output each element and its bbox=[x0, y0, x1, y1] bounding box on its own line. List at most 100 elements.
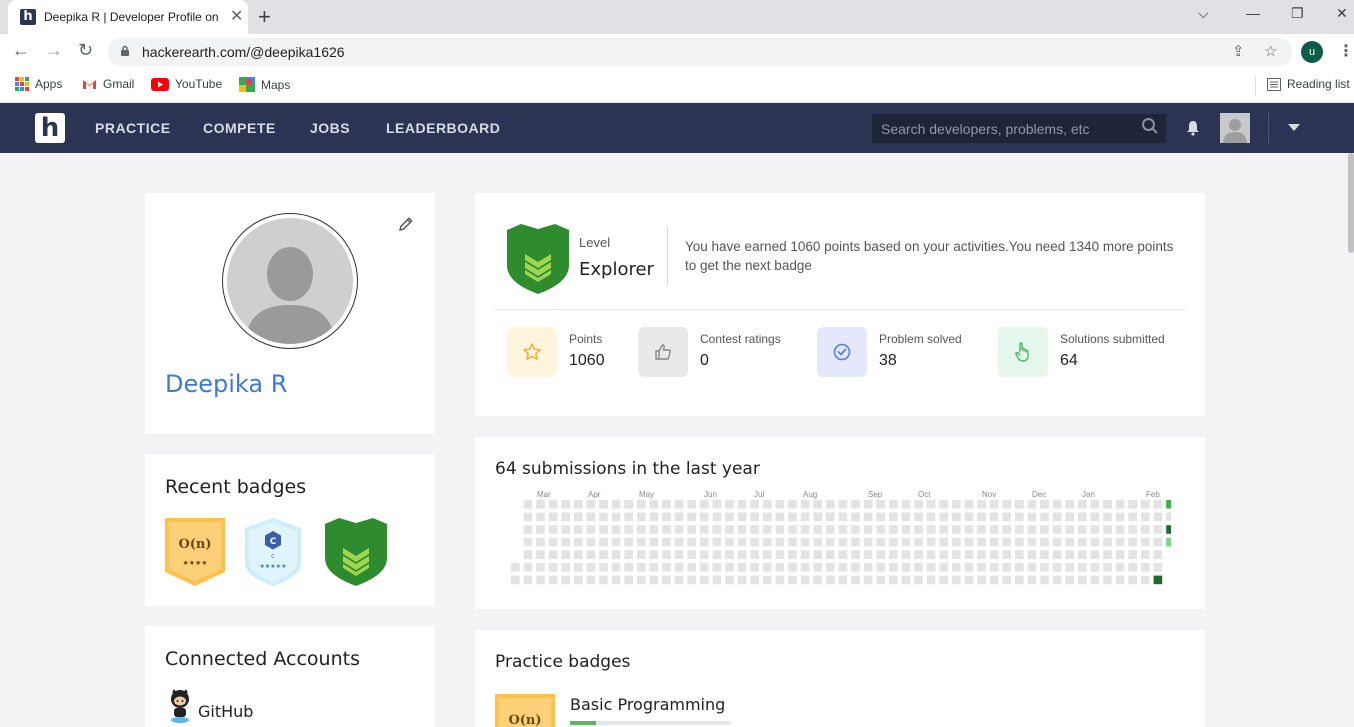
heatmap-day-cell[interactable] bbox=[1153, 500, 1163, 509]
heatmap-day-cell[interactable] bbox=[599, 500, 608, 509]
heatmap-day-cell[interactable] bbox=[1128, 500, 1137, 509]
heatmap-day-cell[interactable] bbox=[826, 550, 835, 559]
heatmap-day-cell[interactable] bbox=[548, 512, 558, 522]
heatmap-day-cell[interactable] bbox=[1052, 575, 1062, 585]
heatmap-day-cell[interactable] bbox=[1128, 575, 1137, 585]
heatmap-day-cell[interactable] bbox=[1065, 525, 1074, 534]
profile-avatar[interactable]: u bbox=[1301, 41, 1323, 63]
heatmap-day-cell[interactable] bbox=[1141, 550, 1150, 559]
heatmap-day-cell[interactable] bbox=[800, 563, 810, 572]
heatmap-day-cell[interactable] bbox=[914, 550, 923, 559]
heatmap-day-cell[interactable] bbox=[674, 537, 684, 547]
heatmap-day-cell[interactable] bbox=[637, 525, 646, 534]
heatmap-day-cell[interactable] bbox=[1002, 512, 1011, 522]
nav-compete[interactable]: COMPETE bbox=[203, 120, 276, 136]
search-icon[interactable] bbox=[1141, 117, 1159, 135]
heatmap-day-cell[interactable] bbox=[939, 537, 948, 547]
more-menu-icon[interactable]: ⋮ bbox=[1338, 41, 1354, 61]
heatmap-day-cell[interactable] bbox=[649, 500, 659, 509]
heatmap-day-cell[interactable] bbox=[1065, 537, 1074, 547]
heatmap-day-cell[interactable] bbox=[964, 550, 974, 559]
heatmap-day-cell[interactable] bbox=[725, 575, 734, 585]
heatmap-day-cell[interactable] bbox=[1115, 563, 1125, 572]
heatmap-day-cell[interactable] bbox=[737, 550, 747, 559]
heatmap-day-cell[interactable] bbox=[788, 550, 797, 559]
complexity-badge-icon[interactable]: O(n) ★★★★ bbox=[165, 518, 225, 586]
heatmap-day-cell[interactable] bbox=[737, 500, 747, 509]
minimize-window-icon[interactable]: — bbox=[1246, 5, 1260, 21]
heatmap-day-cell[interactable] bbox=[674, 563, 684, 572]
nav-practice[interactable]: PRACTICE bbox=[95, 120, 171, 136]
heatmap-day-cell[interactable] bbox=[952, 512, 961, 522]
heatmap-day-cell[interactable] bbox=[586, 563, 596, 572]
heatmap-day-cell[interactable] bbox=[977, 525, 986, 534]
heatmap-day-cell[interactable] bbox=[523, 537, 533, 547]
heatmap-day-cell[interactable] bbox=[838, 563, 848, 572]
heatmap-day-cell[interactable] bbox=[977, 500, 986, 509]
heatmap-day-cell[interactable] bbox=[737, 575, 747, 585]
heatmap-day-cell[interactable] bbox=[1090, 537, 1100, 547]
heatmap-day-cell[interactable] bbox=[624, 575, 633, 585]
heatmap-day-cell[interactable] bbox=[1166, 525, 1171, 534]
heatmap-day-cell[interactable] bbox=[1153, 575, 1163, 585]
address-bar[interactable]: hackerearth.com/@deepika1626 ⇪ ☆ bbox=[108, 38, 1292, 66]
heatmap-day-cell[interactable] bbox=[1002, 525, 1011, 534]
c-language-badge-icon[interactable]: C C ★★★★★ bbox=[245, 518, 301, 586]
heatmap-day-cell[interactable] bbox=[750, 550, 759, 559]
heatmap-day-cell[interactable] bbox=[914, 575, 923, 585]
heatmap-day-cell[interactable] bbox=[1103, 525, 1112, 534]
heatmap-day-cell[interactable] bbox=[548, 537, 558, 547]
heatmap-day-cell[interactable] bbox=[763, 500, 772, 509]
heatmap-day-cell[interactable] bbox=[788, 525, 797, 534]
heatmap-day-cell[interactable] bbox=[851, 512, 860, 522]
heatmap-day-cell[interactable] bbox=[952, 563, 961, 572]
heatmap-day-cell[interactable] bbox=[1153, 563, 1163, 572]
heatmap-day-cell[interactable] bbox=[1115, 550, 1125, 559]
heatmap-day-cell[interactable] bbox=[876, 550, 885, 559]
heatmap-day-cell[interactable] bbox=[889, 550, 898, 559]
heatmap-day-cell[interactable] bbox=[1103, 512, 1112, 522]
heatmap-day-cell[interactable] bbox=[687, 550, 696, 559]
heatmap-day-cell[interactable] bbox=[750, 537, 759, 547]
heatmap-day-cell[interactable] bbox=[725, 525, 734, 534]
heatmap-day-cell[interactable] bbox=[1103, 550, 1112, 559]
heatmap-day-cell[interactable] bbox=[712, 537, 722, 547]
heatmap-day-cell[interactable] bbox=[1015, 512, 1024, 522]
heatmap-day-cell[interactable] bbox=[1078, 525, 1087, 534]
heatmap-day-cell[interactable] bbox=[1027, 575, 1037, 585]
heatmap-day-cell[interactable] bbox=[939, 550, 948, 559]
heatmap-day-cell[interactable] bbox=[851, 575, 860, 585]
heatmap-day-cell[interactable] bbox=[561, 512, 570, 522]
heatmap-day-cell[interactable] bbox=[750, 525, 759, 534]
heatmap-day-cell[interactable] bbox=[511, 563, 520, 572]
heatmap-day-cell[interactable] bbox=[700, 575, 709, 585]
heatmap-day-cell[interactable] bbox=[649, 563, 659, 572]
heatmap-day-cell[interactable] bbox=[964, 525, 974, 534]
heatmap-day-cell[interactable] bbox=[637, 575, 646, 585]
heatmap-day-cell[interactable] bbox=[586, 512, 596, 522]
heatmap-day-cell[interactable] bbox=[1040, 500, 1049, 509]
heatmap-day-cell[interactable] bbox=[674, 500, 684, 509]
heatmap-day-cell[interactable] bbox=[674, 575, 684, 585]
edit-pencil-icon[interactable] bbox=[397, 215, 415, 233]
heatmap-day-cell[interactable] bbox=[826, 563, 835, 572]
heatmap-day-cell[interactable] bbox=[649, 512, 659, 522]
bookmark-maps[interactable]: Maps bbox=[239, 77, 290, 92]
bookmark-youtube[interactable]: YouTube bbox=[151, 77, 222, 91]
heatmap-day-cell[interactable] bbox=[1153, 512, 1163, 522]
site-search-input[interactable] bbox=[872, 114, 1166, 143]
heatmap-day-cell[interactable] bbox=[1141, 500, 1150, 509]
heatmap-day-cell[interactable] bbox=[1027, 563, 1037, 572]
close-tab-icon[interactable]: ✕ bbox=[230, 6, 243, 26]
heatmap-day-cell[interactable] bbox=[523, 563, 533, 572]
heatmap-day-cell[interactable] bbox=[901, 575, 911, 585]
heatmap-day-cell[interactable] bbox=[889, 525, 898, 534]
heatmap-day-cell[interactable] bbox=[977, 512, 986, 522]
heatmap-day-cell[interactable] bbox=[800, 575, 810, 585]
heatmap-day-cell[interactable] bbox=[926, 575, 936, 585]
back-arrow-icon[interactable]: ← bbox=[12, 40, 30, 61]
heatmap-day-cell[interactable] bbox=[548, 500, 558, 509]
heatmap-day-cell[interactable] bbox=[1141, 537, 1150, 547]
heatmap-day-cell[interactable] bbox=[800, 550, 810, 559]
heatmap-day-cell[interactable] bbox=[1153, 525, 1163, 534]
